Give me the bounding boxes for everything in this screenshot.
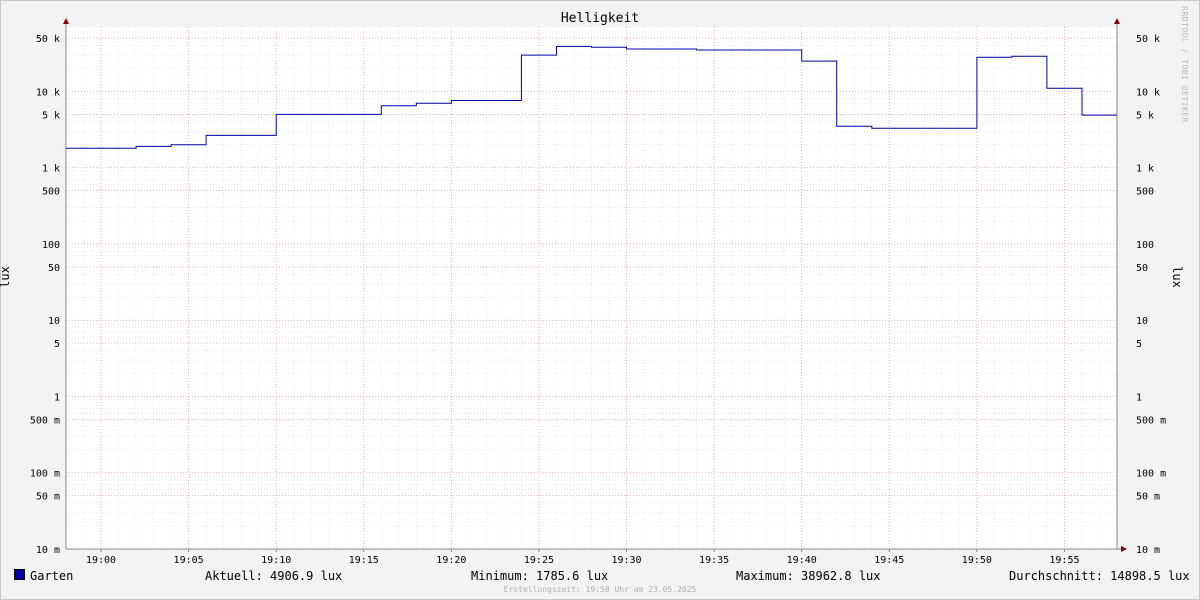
x-tick-label: 19:00 bbox=[86, 555, 116, 566]
y-axis-label-right: lux bbox=[1169, 266, 1184, 288]
legend-minimum: Minimum: 1785.6 lux bbox=[471, 569, 609, 583]
y-axis-label-left: lux bbox=[0, 266, 12, 288]
legend-series-name: Garten bbox=[30, 569, 74, 583]
y-tick-label-right: 1 bbox=[1136, 392, 1142, 403]
x-tick-label: 19:45 bbox=[874, 555, 904, 566]
x-tick-label: 19:50 bbox=[962, 555, 992, 566]
legend-swatch bbox=[14, 569, 25, 580]
y-tick-label-right: 5 bbox=[1136, 339, 1142, 350]
y-tick-label-left: 50 m bbox=[36, 492, 60, 503]
chart-title: Helligkeit bbox=[560, 11, 640, 26]
x-axis-arrow bbox=[1121, 546, 1127, 552]
x-tick-label: 19:10 bbox=[261, 555, 291, 566]
y-tick-label-left: 100 bbox=[42, 240, 60, 251]
y-tick-label-right: 1 k bbox=[1136, 164, 1154, 175]
y-tick-label-left: 5 k bbox=[42, 110, 60, 121]
x-tick-label: 19:25 bbox=[524, 555, 554, 566]
y-tick-label-left: 10 bbox=[48, 316, 60, 327]
y-tick-label-right: 500 bbox=[1136, 187, 1154, 198]
y-tick-label-right: 5 k bbox=[1136, 110, 1154, 121]
y-tick-label-right: 10 m bbox=[1136, 545, 1160, 556]
y-tick-label-left: 1 k bbox=[42, 164, 60, 175]
y-tick-label-left: 5 bbox=[54, 339, 60, 350]
x-tick-label: 19:40 bbox=[787, 555, 817, 566]
x-tick-label: 19:05 bbox=[174, 555, 204, 566]
y-tick-label-left: 500 bbox=[42, 187, 60, 198]
legend-current: Aktuell: 4906.9 lux bbox=[205, 569, 343, 583]
y-tick-label-left: 50 k bbox=[36, 34, 60, 45]
y-tick-label-right: 500 m bbox=[1136, 415, 1166, 426]
legend-maximum: Maximum: 38962.8 lux bbox=[736, 569, 881, 583]
rrdtool-watermark: RRDTOOL / TOBI OETIKER bbox=[1180, 6, 1189, 123]
x-tick-label: 19:15 bbox=[349, 555, 379, 566]
y-tick-label-right: 50 bbox=[1136, 263, 1148, 274]
y-tick-label-left: 500 m bbox=[30, 415, 60, 426]
y-tick-label-right: 50 m bbox=[1136, 492, 1160, 503]
y-tick-label-right: 10 k bbox=[1136, 87, 1160, 98]
y-tick-label-left: 100 m bbox=[30, 469, 60, 480]
y-tick-label-right: 100 m bbox=[1136, 469, 1166, 480]
y-tick-label-right: 100 bbox=[1136, 240, 1154, 251]
y-tick-label-right: 10 bbox=[1136, 316, 1148, 327]
x-tick-label: 19:20 bbox=[436, 555, 466, 566]
x-tick-label: 19:30 bbox=[611, 555, 641, 566]
x-tick-label: 19:55 bbox=[1049, 555, 1079, 566]
y-tick-label-left: 10 k bbox=[36, 87, 60, 98]
x-tick-label: 19:35 bbox=[699, 555, 729, 566]
legend-average: Durchschnitt: 14898.5 lux bbox=[1009, 569, 1190, 583]
creation-timestamp: Erstellungszeit: 19:58 Uhr am 23.05.2025 bbox=[503, 585, 697, 594]
chart-canvas: 19:00 19:05 19:10 19:15 19:20 19:25 19:30 19:35… bbox=[30, 18, 1166, 566]
y-tick-label-left: 50 bbox=[48, 263, 60, 274]
y-tick-label-left: 10 m bbox=[36, 545, 60, 556]
y-tick-label-right: 50 k bbox=[1136, 34, 1160, 45]
y-tick-label-left: 1 bbox=[54, 392, 60, 403]
